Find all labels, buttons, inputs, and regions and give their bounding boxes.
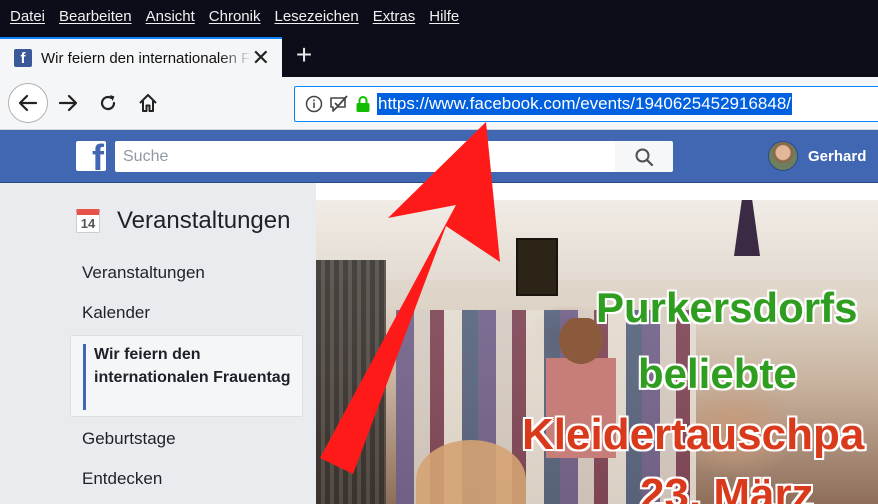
url-bar[interactable]: https://www.facebook.com/events/19406254… (294, 86, 878, 122)
event-cover-image[interactable]: Purkersdorfs beliebte Kleidertauschpa 23… (316, 200, 878, 504)
sidebar-item-veranstaltungen[interactable]: Veranstaltungen (82, 263, 205, 283)
facebook-logo-icon[interactable]: f (76, 141, 106, 171)
image-clothing-rack (316, 260, 386, 504)
cover-text-line: 23. März (640, 470, 814, 504)
forward-arrow-icon (58, 94, 78, 112)
forward-button[interactable] (50, 85, 86, 121)
events-sidebar: 14 Veranstaltungen Veranstaltungen Kalen… (0, 183, 316, 504)
avatar[interactable] (768, 141, 798, 171)
facebook-favicon-icon: f (14, 49, 32, 67)
calendar-icon: 14 (76, 209, 100, 233)
search-icon (635, 148, 654, 166)
cover-text-line: Purkersdorfs (596, 284, 858, 331)
active-indicator (83, 344, 86, 410)
reload-button[interactable] (90, 85, 126, 121)
menu-datei[interactable]: Datei (10, 8, 45, 25)
reload-icon (100, 95, 116, 111)
browser-tab[interactable]: f Wir feiern den internationalen Frauent… (0, 37, 282, 77)
image-background-wall (316, 200, 878, 280)
sidebar-item-entdecken[interactable]: Entdecken (82, 469, 162, 489)
menu-bearbeiten[interactable]: Bearbeiten (59, 8, 132, 25)
home-button[interactable] (130, 85, 166, 121)
home-icon (139, 94, 157, 112)
menu-ansicht[interactable]: Ansicht (146, 8, 195, 25)
navigation-toolbar: https://www.facebook.com/events/19406254… (0, 77, 878, 130)
menu-bar: Datei Bearbeiten Ansicht Chronik Lesezei… (0, 0, 878, 33)
sidebar-item-label: Wir feiern den internationalen Frauentag (94, 346, 291, 386)
sidebar-title: Veranstaltungen (117, 207, 291, 234)
cover-text-line: Kleidertauschpa (522, 410, 865, 459)
menu-lesezeichen[interactable]: Lesezeichen (274, 8, 358, 25)
facebook-logo-letter: f (92, 141, 104, 171)
tracking-protection-icon[interactable] (329, 95, 349, 113)
tab-title: Wir feiern den internationalen Frauentag (41, 49, 251, 67)
url-text[interactable]: https://www.facebook.com/events/19406254… (377, 93, 793, 115)
info-icon[interactable] (305, 95, 323, 113)
search-button[interactable] (615, 141, 673, 172)
tab-strip: f Wir feiern den internationalen Frauent… (0, 33, 878, 77)
menu-hilfe[interactable]: Hilfe (429, 8, 459, 25)
back-arrow-icon (18, 94, 38, 112)
menu-extras[interactable]: Extras (373, 8, 416, 25)
url-bar-icons (305, 95, 371, 113)
menu-chronik[interactable]: Chronik (209, 8, 261, 25)
back-button[interactable] (8, 83, 48, 123)
cover-text-line: beliebte (638, 350, 797, 397)
close-icon[interactable]: ✕ (252, 47, 270, 69)
profile-name-link[interactable]: Gerhard (808, 148, 866, 165)
sidebar-item-kalender[interactable]: Kalender (82, 303, 150, 323)
image-poster (516, 238, 558, 296)
facebook-header: f Suche (0, 130, 878, 183)
search-input[interactable]: Suche (115, 141, 615, 172)
lock-icon[interactable] (355, 95, 371, 113)
new-tab-button[interactable]: + (288, 39, 320, 71)
sidebar-item-current-event[interactable]: Wir feiern den internationalen Frauentag (70, 335, 303, 417)
sidebar-item-geburtstage[interactable]: Geburtstage (82, 429, 176, 449)
